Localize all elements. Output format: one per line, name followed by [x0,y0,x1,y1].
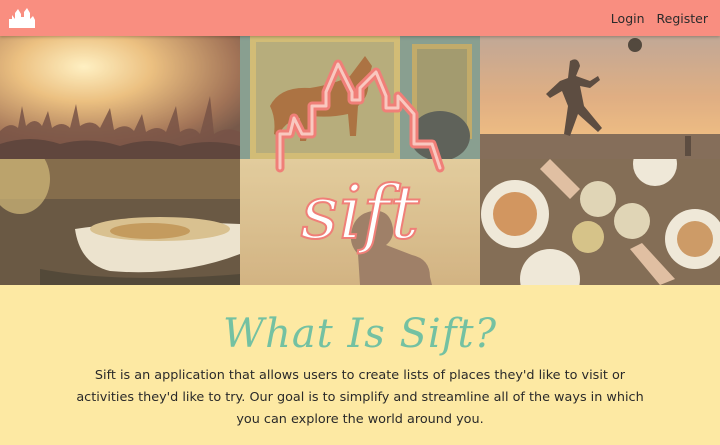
castle-logo-icon[interactable] [8,6,36,30]
about-title: What Is Sift? [222,311,498,357]
login-link[interactable]: Login [611,11,645,26]
about-section: What Is Sift? Sift is an application tha… [0,285,720,445]
top-navbar: Login Register [0,0,720,36]
castle-outline-icon: sift [275,59,445,257]
hero-logo-text: sift [301,170,420,256]
about-description: Sift is an application that allows users… [76,368,644,427]
nav-links: Login Register [611,0,708,36]
hero-collage: sift [0,36,720,285]
register-link[interactable]: Register [657,11,708,26]
